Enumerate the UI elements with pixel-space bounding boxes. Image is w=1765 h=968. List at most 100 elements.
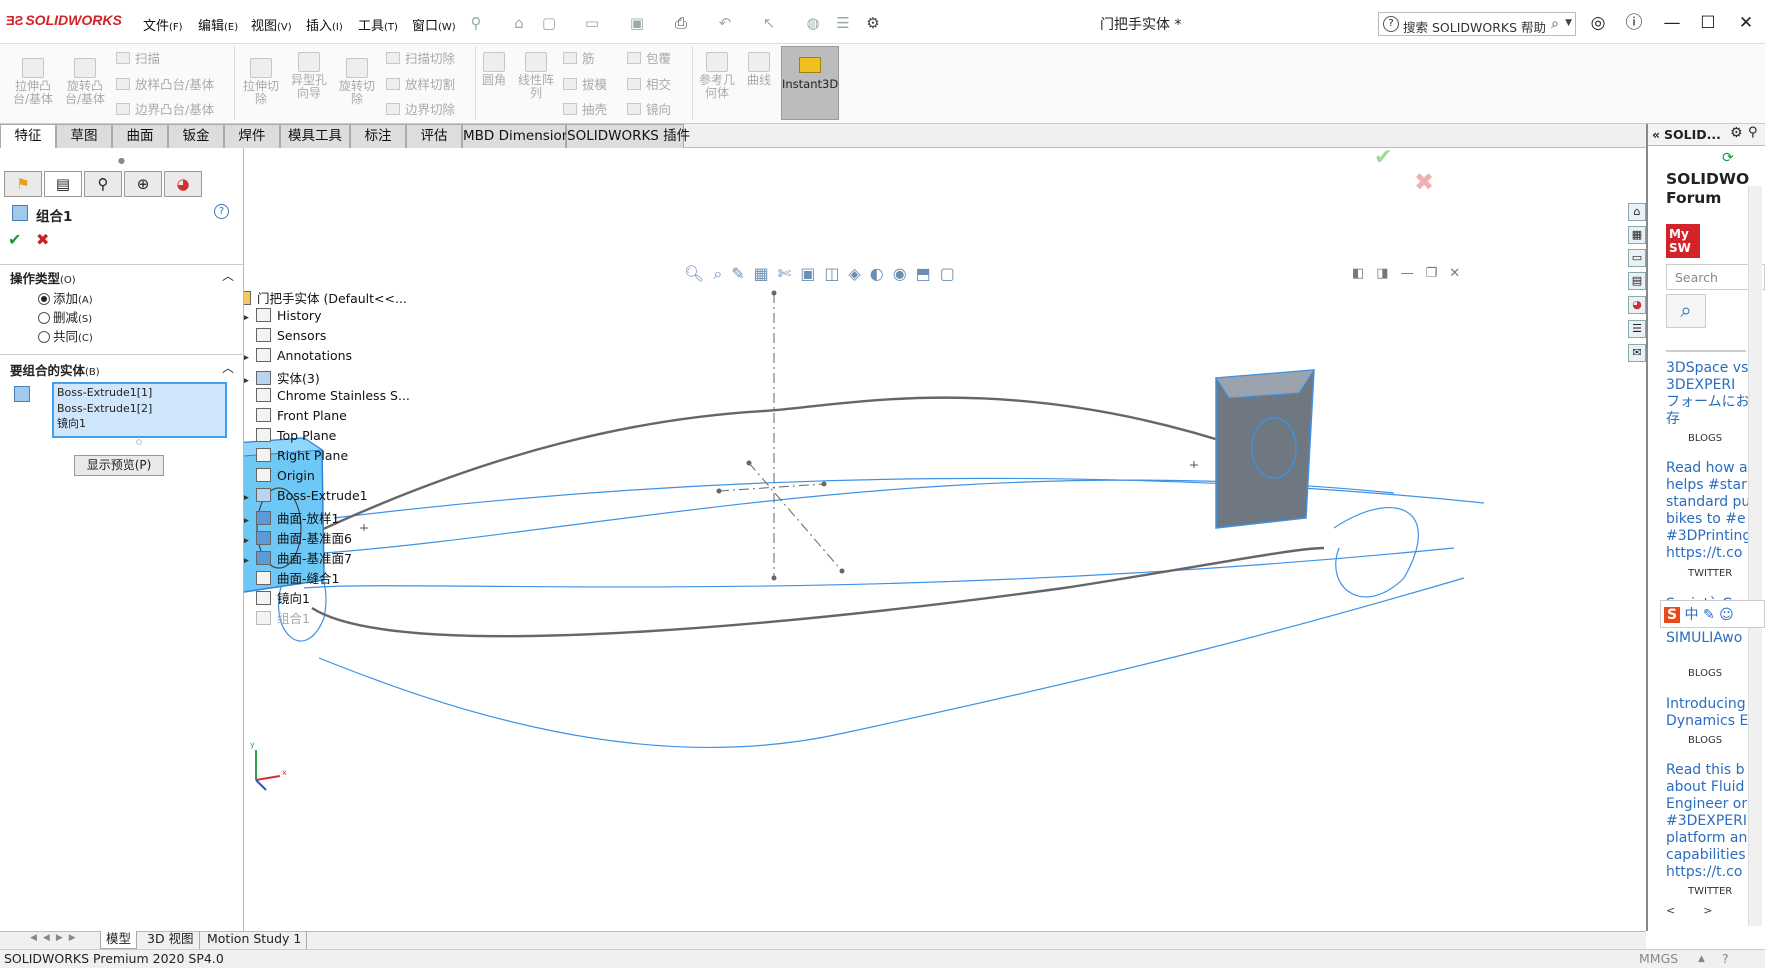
pin-icon[interactable]: ⚲: [1748, 125, 1758, 140]
tree-item-origin[interactable]: Origin: [242, 468, 315, 483]
appearances-icon[interactable]: ◕: [1628, 296, 1646, 314]
tab-sheet-metal[interactable]: 钣金: [168, 124, 224, 148]
tree-item-history[interactable]: ▶ History: [242, 308, 321, 323]
splitter-handle[interactable]: ●: [118, 156, 125, 165]
tab-motion-study-1[interactable]: Motion Study 1: [202, 931, 308, 949]
bodies-selection-list[interactable]: Boss-Extrude1[1] Boss-Extrude1[2] 镜向1: [52, 382, 227, 438]
reference-geometry-button[interactable]: 参考几 何体: [694, 52, 740, 100]
sweep-button[interactable]: 扫描: [116, 48, 160, 67]
chevron-down-icon[interactable]: ▼: [1565, 18, 1572, 28]
operation-type-header[interactable]: 操作类型(O): [10, 268, 76, 287]
tab-solidworks-addins[interactable]: SOLIDWORKS 插件: [566, 124, 690, 148]
boundary-cut-button[interactable]: 边界切除: [386, 99, 455, 118]
menu-edit[interactable]: 编辑(E): [198, 15, 238, 34]
list-item[interactable]: 镜向1: [57, 416, 222, 432]
revolve-boss-button[interactable]: 旋转凸 台/基体: [60, 58, 110, 106]
fillet-button[interactable]: 圆角: [478, 52, 510, 87]
help-question-icon[interactable]: ?: [214, 204, 229, 219]
extrude-boss-button[interactable]: 拉伸凸 台/基体: [8, 58, 58, 106]
tree-root[interactable]: ▼门把手实体 (Default<<...: [222, 288, 407, 307]
tab-model[interactable]: 模型: [100, 931, 138, 949]
task-pane-scrollbar[interactable]: [1748, 186, 1762, 926]
tree-item-surface-plane6[interactable]: ▶ 曲面-基准面6: [242, 528, 352, 547]
tree-item-material[interactable]: Chrome Stainless S...: [242, 388, 410, 403]
menu-tools[interactable]: 工具(T): [358, 15, 398, 34]
intersect-button[interactable]: 相交: [627, 74, 671, 93]
menu-insert[interactable]: 插入(I): [306, 15, 343, 34]
tab-configuration-manager[interactable]: ⚲: [84, 171, 122, 197]
open-folder-icon[interactable]: ▭: [583, 14, 601, 32]
tab-display-manager[interactable]: ◕: [164, 171, 202, 197]
cancel-x-icon[interactable]: ✖: [36, 230, 49, 249]
undo-icon[interactable]: ↶: [716, 14, 734, 32]
ime-toolbar[interactable]: S 中 ✎ ☺: [1660, 600, 1765, 628]
graphics-viewport[interactable]: ✔ ✖ y x 🔍︎⌕✎▦✄▣◫◈◐◉⬒▢ ◧◨—❐✕ ▼门把手实体 (Defa…: [222, 148, 1646, 931]
help-icon[interactable]: ⓘ: [1622, 11, 1646, 35]
mirror-button[interactable]: 镜向: [627, 99, 671, 118]
hole-wizard-button[interactable]: 异型孔 向导: [286, 52, 332, 100]
horizontal-scrollbar[interactable]: < >: [1666, 904, 1762, 920]
tree-item-combine1[interactable]: 组合1: [242, 608, 310, 627]
tab-markup[interactable]: 标注: [350, 124, 406, 148]
select-cursor-icon[interactable]: ↖: [760, 14, 778, 32]
show-preview-button[interactable]: 显示预览(P): [74, 455, 164, 476]
home-icon[interactable]: ⌂: [510, 14, 528, 32]
rib-button[interactable]: 筋: [563, 48, 595, 67]
tab-mbd-dimensions[interactable]: MBD Dimensions: [462, 124, 577, 148]
menu-file[interactable]: 文件(F): [143, 15, 183, 34]
tab-scroll-buttons[interactable]: ◀◀▶▶: [30, 933, 82, 943]
tree-item-surface-knit1[interactable]: 曲面-缝合1: [242, 568, 339, 587]
loft-boss-button[interactable]: 放样凸台/基体: [116, 74, 214, 93]
gear-icon[interactable]: ⚙: [1730, 125, 1743, 141]
viewport-window-controls[interactable]: ◧◨—❐✕: [1352, 266, 1472, 281]
search-icon[interactable]: ⌕: [1551, 16, 1559, 32]
mysw-logo[interactable]: My SW: [1666, 224, 1700, 258]
tree-item-top-plane[interactable]: Top Plane: [242, 428, 336, 443]
collapse-chevron-icon[interactable]: ︿: [222, 359, 234, 376]
tree-item-annotations[interactable]: ▶ Annotations: [242, 348, 352, 363]
rebuild-icon[interactable]: ◍: [804, 14, 822, 32]
units-selector[interactable]: MMGS: [1639, 950, 1678, 968]
extrude-cut-button[interactable]: 拉伸切 除: [238, 58, 284, 106]
tree-item-mirror1[interactable]: 镜向1: [242, 588, 310, 607]
radio-subtract[interactable]: 删减(S): [38, 307, 92, 326]
options-gear-icon[interactable]: ⚙: [864, 14, 882, 32]
collapse-double-chevron-icon[interactable]: «: [1652, 127, 1660, 142]
list-item[interactable]: Boss-Extrude1[2]: [57, 401, 222, 417]
tree-item-surface-loft1[interactable]: ▶ 曲面-放样1: [242, 508, 339, 527]
tab-dimxpert-manager[interactable]: ⊕: [124, 171, 162, 197]
user-account-icon[interactable]: ◎: [1586, 11, 1610, 35]
file-explorer-icon[interactable]: ▭: [1628, 249, 1646, 267]
radio-add[interactable]: 添加(A): [38, 288, 93, 307]
ok-check-icon[interactable]: ✔: [8, 230, 21, 249]
tree-item-surface-plane7[interactable]: ▶ 曲面-基准面7: [242, 548, 352, 567]
wrap-button[interactable]: 包覆: [627, 48, 671, 67]
solidworks-logo[interactable]: ƎƧ SOLIDWORKS: [6, 12, 122, 32]
file-properties-icon[interactable]: ☰: [834, 14, 852, 32]
home-icon[interactable]: ⌂: [1628, 203, 1646, 221]
tree-item-solid-bodies[interactable]: ▶ 实体(3): [242, 368, 320, 387]
custom-properties-icon[interactable]: ☰: [1628, 320, 1646, 338]
help-search-input[interactable]: ? 搜索 SOLIDWORKS 帮助 ⌕ ▼: [1378, 12, 1576, 36]
tree-item-right-plane[interactable]: Right Plane: [242, 448, 348, 463]
pin-icon[interactable]: ⚲: [467, 14, 485, 32]
tab-3d-views[interactable]: 3D 视图: [142, 931, 200, 949]
menu-window[interactable]: 窗口(W): [412, 15, 456, 34]
tab-sketch[interactable]: 草图: [56, 124, 112, 148]
radio-common[interactable]: 共同(C): [38, 326, 93, 345]
status-icon[interactable]: ?: [1722, 950, 1729, 968]
tab-feature-manager[interactable]: ⚑: [4, 171, 42, 197]
revolve-cut-button[interactable]: 旋转切 除: [334, 58, 380, 106]
maximize-button[interactable]: ☐: [1696, 11, 1720, 35]
tab-property-manager[interactable]: ▤: [44, 171, 82, 197]
close-button[interactable]: ✕: [1734, 11, 1758, 35]
swept-cut-button[interactable]: 扫描切除: [386, 48, 455, 67]
bodies-to-combine-header[interactable]: 要组合的实体(B): [10, 360, 100, 379]
list-item[interactable]: Boss-Extrude1[1]: [57, 385, 222, 401]
tab-surfaces[interactable]: 曲面: [112, 124, 168, 148]
search-icon[interactable]: ⌕: [1666, 294, 1706, 328]
tree-item-boss-extrude1[interactable]: ▶ Boss-Extrude1: [242, 488, 368, 503]
curves-button[interactable]: 曲线: [742, 52, 776, 87]
minimize-button[interactable]: —: [1660, 11, 1684, 35]
forum-icon[interactable]: ✉: [1628, 344, 1646, 362]
